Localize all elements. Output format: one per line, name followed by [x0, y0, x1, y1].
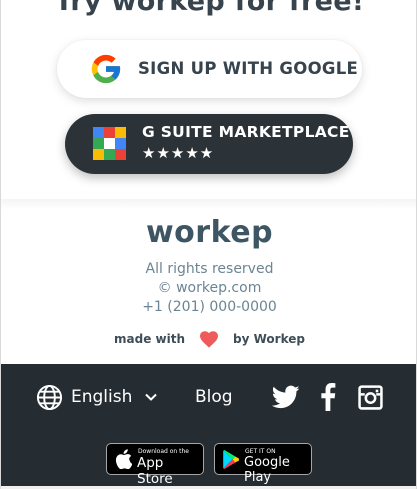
- section-divider: [1, 199, 416, 209]
- google-play-small-text: GET IT ON: [245, 448, 276, 455]
- app-store-small-text: Download on the: [138, 448, 189, 455]
- made-with-line: made with by Workep: [1, 330, 416, 348]
- blog-link[interactable]: Blog: [195, 387, 233, 407]
- language-selector[interactable]: English: [36, 383, 158, 411]
- made-with-prefix: made with: [114, 332, 186, 346]
- phone-link[interactable]: +1 (201) 000-0000: [1, 299, 416, 315]
- globe-icon: [36, 384, 63, 410]
- sign-up-google-label: SIGN UP WITH GOOGLE: [138, 59, 359, 78]
- chevron-down-icon: [145, 393, 158, 401]
- language-label: English: [71, 387, 133, 407]
- gsuite-marketplace-button[interactable]: G SUITE MARKETPLACE ★★★★★: [65, 114, 353, 174]
- page-frame: Try workep for free! SIGN UP WITH GOOGLE…: [0, 0, 417, 489]
- made-with-suffix: by Workep: [233, 332, 305, 346]
- gsuite-marketplace-label: G SUITE MARKETPLACE: [142, 123, 350, 141]
- google-play-icon: [223, 450, 239, 469]
- google-play-badge[interactable]: GET IT ON Google Play: [214, 443, 312, 485]
- instagram-icon[interactable]: [358, 385, 383, 410]
- marketplace-icon: [93, 127, 126, 160]
- apple-icon: [115, 449, 132, 469]
- app-store-big-text: App Store: [137, 455, 173, 487]
- heart-icon: [200, 331, 219, 348]
- app-store-badge[interactable]: Download on the App Store: [106, 443, 204, 487]
- google-play-big-text: Google Play: [244, 455, 290, 485]
- rating-stars: ★★★★★: [142, 144, 215, 162]
- rights-text: All rights reserved: [145, 261, 274, 277]
- sign-up-google-button[interactable]: SIGN UP WITH GOOGLE: [57, 40, 362, 98]
- google-g-icon: [91, 54, 121, 84]
- cta-headline: Try workep for free!: [54, 0, 365, 17]
- facebook-icon[interactable]: [320, 383, 336, 411]
- website-link[interactable]: © workep.com: [1, 280, 416, 296]
- twitter-icon[interactable]: [271, 383, 301, 411]
- bottom-bar: English Blog Download on the App Store G…: [1, 364, 416, 489]
- brand-name: workep: [145, 215, 274, 250]
